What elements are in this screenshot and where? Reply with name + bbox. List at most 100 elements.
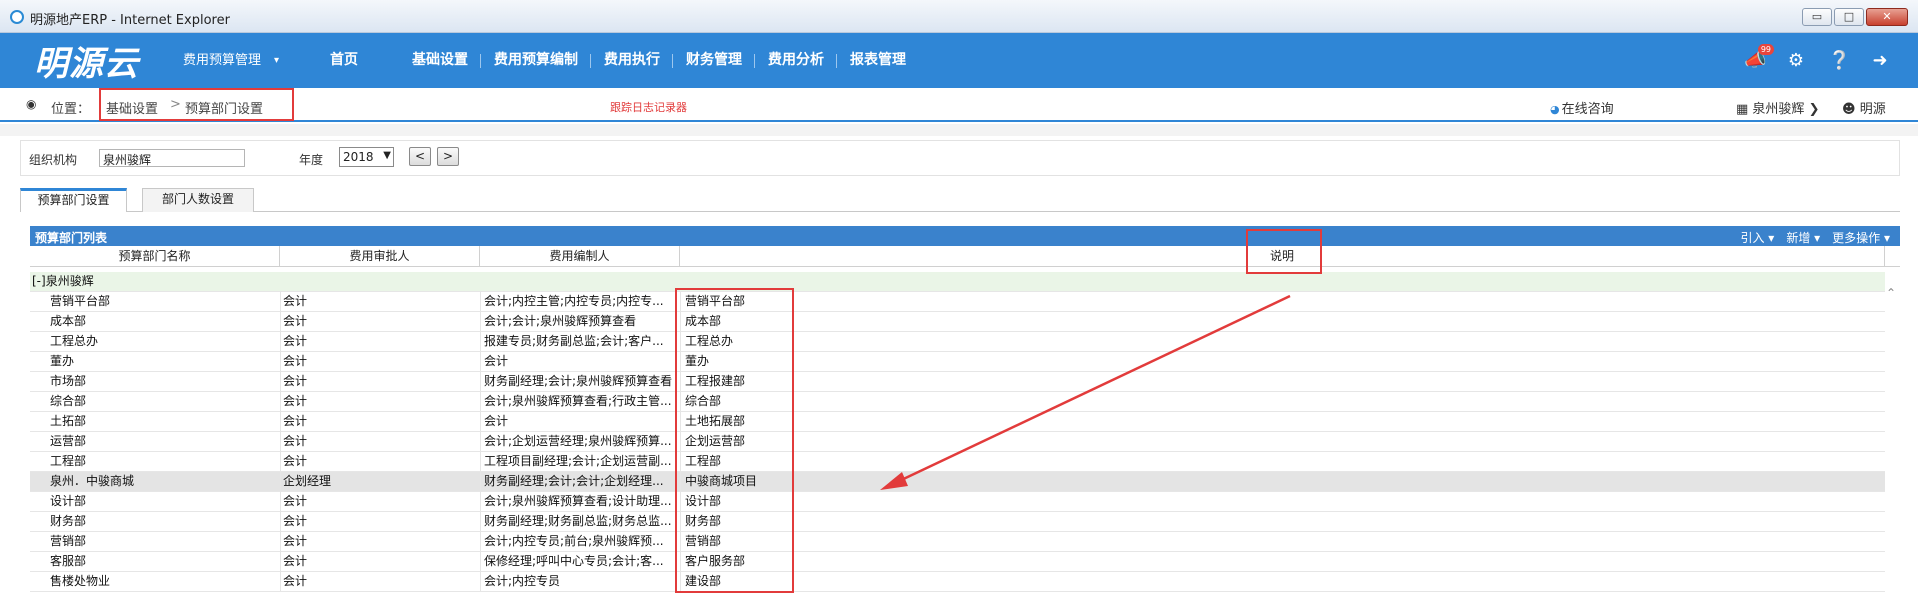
- minimize-button[interactable]: ▭: [1802, 8, 1832, 26]
- trace-log-link[interactable]: 跟踪日志记录器: [610, 99, 687, 115]
- table-row[interactable]: 泉州．中骏商城 企划经理 财务副经理;会计;会计;企划经理... 中骏商城项目: [30, 472, 1885, 492]
- nav-home[interactable]: 首页: [317, 33, 371, 88]
- ie-icon: [10, 10, 24, 24]
- compiler-cell: 财务副经理;会计;泉州骏辉预算查看: [480, 372, 680, 392]
- grid-column-header: 预算部门名称 费用审批人 费用编制人 说明: [30, 246, 1900, 267]
- table-row[interactable]: 财务部 会计 财务副经理;财务副总监;财务总监... 财务部: [30, 512, 1885, 532]
- approver-cell: 会计: [280, 412, 480, 432]
- content-top-band: [0, 124, 1918, 136]
- department-name-cell: 运营部: [50, 434, 87, 448]
- description-cell: 建设部: [680, 572, 1885, 592]
- compiler-cell: 财务副经理;财务副总监;财务总监...: [480, 512, 680, 532]
- user-menu[interactable]: ☻ 明源: [1842, 98, 1886, 117]
- group-row[interactable]: [-]泉州骏辉: [30, 272, 1885, 292]
- approver-cell: 会计: [280, 572, 480, 592]
- approver-cell: 会计: [280, 432, 480, 452]
- filter-panel: 组织机构 泉州骏辉 年度 2018 ▼ < >: [20, 140, 1900, 176]
- table-row[interactable]: 工程总办 会计 报建专员;财务副总监;会计;客户... 工程总办: [30, 332, 1885, 352]
- nav-basic-settings[interactable]: 基础设置: [399, 33, 482, 88]
- description-cell: 设计部: [680, 492, 1885, 512]
- table-row[interactable]: 综合部 会计 会计;泉州骏辉预算查看;行政主管... 综合部: [30, 392, 1885, 412]
- org-switcher-label: 泉州骏辉: [1752, 102, 1805, 117]
- department-name-cell: 泉州．中骏商城: [50, 474, 135, 488]
- table-row[interactable]: 工程部 会计 工程项目副经理;会计;企划运营副... 工程部: [30, 452, 1885, 472]
- description-cell: 工程总办: [680, 332, 1885, 352]
- add-button[interactable]: 新增 ▾: [1786, 229, 1820, 246]
- module-dropdown-label: 费用预算管理: [183, 53, 262, 68]
- table-row[interactable]: 营销平台部 会计 会计;内控主管;内控专员;内控专... 营销平台部: [30, 292, 1885, 312]
- approver-cell: 会计: [280, 532, 480, 552]
- department-name-cell: 营销平台部: [50, 294, 111, 308]
- org-input[interactable]: 泉州骏辉: [99, 149, 245, 167]
- column-compiler[interactable]: 费用编制人: [480, 246, 680, 267]
- breadcrumb-label: 位置：: [51, 102, 91, 117]
- description-cell: 董办: [680, 352, 1885, 372]
- nav-finance[interactable]: 财务管理: [673, 33, 756, 88]
- nav-expense-analysis[interactable]: 费用分析: [755, 33, 838, 88]
- table-row[interactable]: 运营部 会计 会计;企划运营经理;泉州骏辉预算... 企划运营部: [30, 432, 1885, 452]
- close-button[interactable]: ✕: [1866, 8, 1908, 26]
- column-department-name[interactable]: 预算部门名称: [30, 246, 280, 267]
- logout-icon[interactable]: ➜: [1870, 50, 1890, 71]
- compiler-cell: 会计;内控专员: [480, 572, 680, 592]
- approver-cell: 会计: [280, 312, 480, 332]
- table-row[interactable]: 董办 会计 会计 董办: [30, 352, 1885, 372]
- table-row[interactable]: 成本部 会计 会计;会计;泉州骏辉预算查看 成本部: [30, 312, 1885, 332]
- column-approver[interactable]: 费用审批人: [280, 246, 480, 267]
- top-navbar: 明源云 费用预算管理 ▾ 首页 基础设置 费用预算编制 费用执行 财务管理 费用…: [0, 33, 1918, 88]
- scroll-up-icon[interactable]: ⌃: [1886, 286, 1896, 300]
- approver-cell: 会计: [280, 552, 480, 572]
- tab-headcount[interactable]: 部门人数设置: [142, 188, 254, 212]
- maximize-button[interactable]: □: [1834, 8, 1864, 26]
- approver-cell: 会计: [280, 352, 480, 372]
- table-row[interactable]: 营销部 会计 会计;内控专员;前台;泉州骏辉预... 营销部: [30, 532, 1885, 552]
- nav-icons: 📣 99 ⚙ ❔ ➜: [1744, 33, 1890, 88]
- main-menu: 费用预算管理 ▾ 首页 基础设置 费用预算编制 费用执行 财务管理 费用分析 报…: [170, 33, 919, 88]
- online-consult-link[interactable]: ◕ 在线咨询: [1550, 98, 1614, 117]
- year-select[interactable]: 2018 ▼: [339, 147, 394, 167]
- grid-body: [-]泉州骏辉 营销平台部 会计 会计;内控主管;内控专员;内控专... 营销平台部成…: [30, 272, 1885, 592]
- approver-cell: 会计: [280, 512, 480, 532]
- org-switcher[interactable]: ▦ 泉州骏辉 ❯: [1736, 98, 1819, 117]
- compiler-cell: 会计;泉州骏辉预算查看;设计助理...: [480, 492, 680, 512]
- gear-icon[interactable]: ⚙: [1786, 50, 1806, 71]
- compiler-cell: 会计;企划运营经理;泉州骏辉预算...: [480, 432, 680, 452]
- description-cell: 营销部: [680, 532, 1885, 552]
- tabs-underline: [20, 211, 1900, 212]
- building-icon: ▦: [1736, 102, 1753, 117]
- description-cell: 营销平台部: [680, 292, 1885, 312]
- description-cell: 工程部: [680, 452, 1885, 472]
- table-row[interactable]: 设计部 会计 会计;泉州骏辉预算查看;设计助理... 设计部: [30, 492, 1885, 512]
- next-year-button[interactable]: >: [437, 147, 459, 166]
- department-name-cell: 成本部: [50, 314, 87, 328]
- more-actions-button[interactable]: 更多操作 ▾: [1832, 229, 1890, 246]
- department-name-cell: 客服部: [50, 554, 87, 568]
- compiler-cell: 工程项目副经理;会计;企划运营副...: [480, 452, 680, 472]
- table-row[interactable]: 土拓部 会计 会计 土地拓展部: [30, 412, 1885, 432]
- table-row[interactable]: 客服部 会计 保修经理;呼叫中心专员;会计;客... 客户服务部: [30, 552, 1885, 572]
- chevron-down-icon: ▾: [273, 55, 280, 66]
- logo: 明源云: [34, 44, 139, 84]
- grid-actions: 引入 ▾ 新增 ▾ 更多操作 ▾: [1740, 229, 1890, 246]
- department-name-cell: 售楼处物业: [50, 574, 111, 588]
- module-dropdown[interactable]: 费用预算管理 ▾: [170, 33, 289, 88]
- description-cell: 综合部: [680, 392, 1885, 412]
- grid-title: 预算部门列表: [35, 231, 108, 245]
- megaphone-icon[interactable]: 📣 99: [1744, 44, 1774, 71]
- online-consult-label: 在线咨询: [1561, 102, 1614, 117]
- tab-budget-department[interactable]: 预算部门设置: [20, 188, 127, 212]
- nav-reports[interactable]: 报表管理: [837, 33, 919, 88]
- window-controls: ▭ □ ✕: [1802, 8, 1908, 26]
- breadcrumb-basic-settings[interactable]: 基础设置: [106, 98, 158, 117]
- nav-budget-compile[interactable]: 费用预算编制: [481, 33, 592, 88]
- location-pin-icon: ◉: [26, 97, 37, 111]
- help-icon[interactable]: ❔: [1828, 50, 1850, 71]
- import-button[interactable]: 引入 ▾: [1740, 229, 1774, 246]
- prev-year-button[interactable]: <: [409, 147, 431, 166]
- approver-cell: 会计: [280, 372, 480, 392]
- table-row[interactable]: 市场部 会计 财务副经理;会计;泉州骏辉预算查看 工程报建部: [30, 372, 1885, 392]
- compiler-cell: 会计: [480, 352, 680, 372]
- nav-expense-execution[interactable]: 费用执行: [591, 33, 674, 88]
- table-row[interactable]: 售楼处物业 会计 会计;内控专员 建设部: [30, 572, 1885, 592]
- compiler-cell: 会计;内控专员;前台;泉州骏辉预...: [480, 532, 680, 552]
